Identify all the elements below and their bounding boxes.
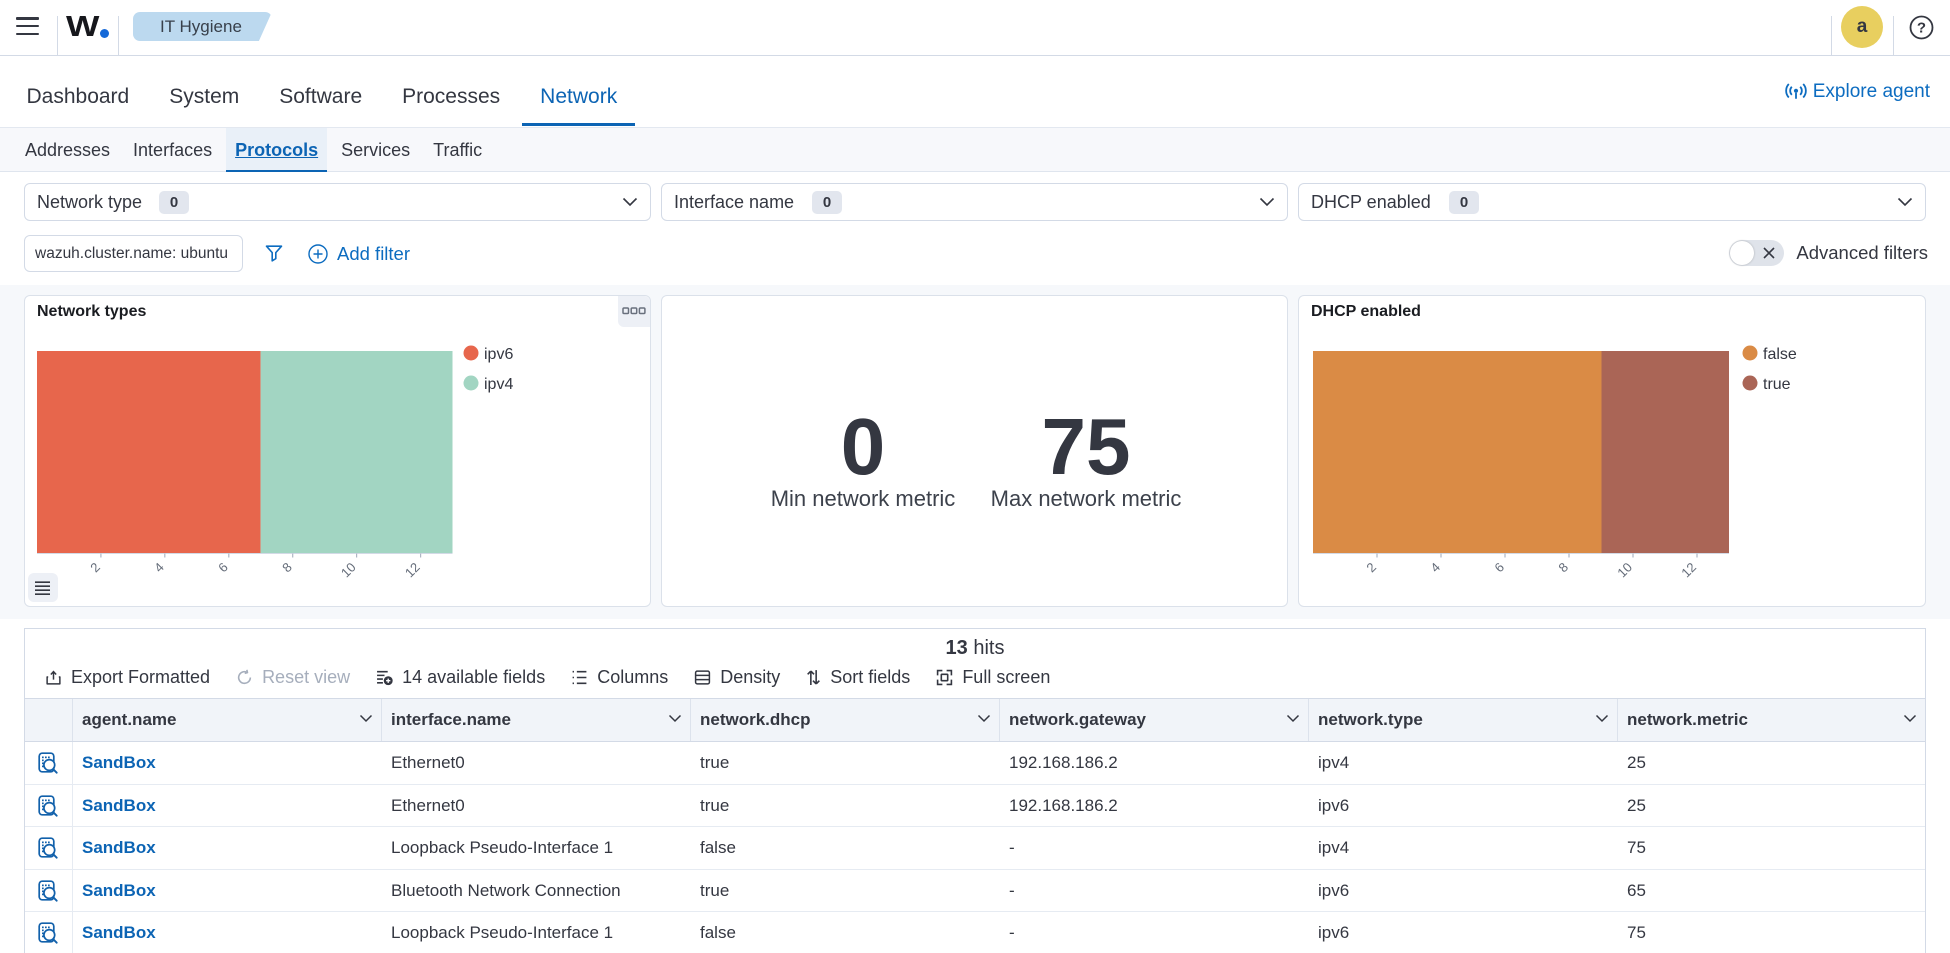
svg-text:ipv6: ipv6: [484, 346, 513, 363]
svg-text:4: 4: [1427, 560, 1443, 576]
svg-text:10: 10: [1614, 560, 1635, 581]
svg-text:2: 2: [87, 560, 103, 576]
svg-text:6: 6: [1491, 560, 1507, 576]
svg-text:12: 12: [402, 560, 423, 581]
svg-text:false: false: [1763, 346, 1797, 363]
svg-text:12: 12: [1678, 560, 1699, 581]
svg-text:8: 8: [279, 560, 295, 576]
svg-text:2: 2: [1363, 560, 1379, 576]
svg-text:?: ?: [1917, 20, 1926, 37]
svg-text:true: true: [1763, 376, 1791, 393]
svg-text:10: 10: [338, 560, 359, 581]
svg-text:8: 8: [1555, 560, 1571, 576]
svg-text:4: 4: [151, 560, 167, 576]
svg-text:ipv4: ipv4: [484, 376, 513, 393]
svg-text:6: 6: [215, 560, 231, 576]
